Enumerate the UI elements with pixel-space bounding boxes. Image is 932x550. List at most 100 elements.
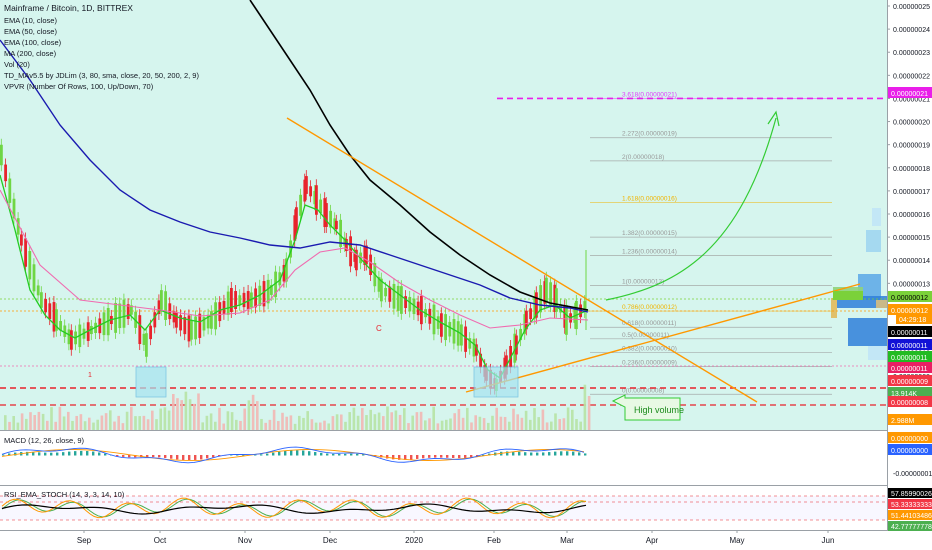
volume-bar <box>424 420 427 430</box>
macd-hist-bar <box>428 455 431 458</box>
volume-bar <box>142 415 146 430</box>
macd-hist-bar <box>422 455 425 459</box>
volume-bar <box>512 408 515 430</box>
fib-label: 0.236(0.00000009) <box>622 360 677 367</box>
indicator-label: TD_MAv5.5 by JDLim (3, 80, sma, close, 2… <box>4 71 199 80</box>
vpvr-bar <box>876 300 887 308</box>
vpvr-bar <box>872 208 881 226</box>
price-tag-text: 0.00000011 <box>891 330 928 337</box>
marker-a: 1 <box>88 372 92 379</box>
fib-label: 1.382(0.00000015) <box>622 230 677 237</box>
volume-bar <box>482 418 486 430</box>
rsi-tag-text: 57.85990026 <box>891 491 932 498</box>
rsi-tag-text: 42.77777778 <box>891 524 932 531</box>
volume-bar <box>163 407 167 430</box>
macd-hist-bar <box>584 453 587 456</box>
candle <box>408 296 412 312</box>
price-tag-text: 0.00000012 <box>891 295 928 302</box>
candle <box>164 291 167 320</box>
macd-hist-bar <box>194 455 197 460</box>
volume-bar <box>583 384 587 430</box>
macd-hist-bar <box>272 452 275 456</box>
highlight-box <box>135 366 167 398</box>
volume-bar <box>134 416 137 430</box>
volume-bar <box>344 421 347 430</box>
macd-hist-bar <box>434 455 437 458</box>
volume-bar <box>398 414 402 430</box>
price-pane-bg <box>0 0 887 430</box>
macd-hist-bar <box>284 450 287 456</box>
macd-hist-bar <box>164 455 167 458</box>
candle <box>456 321 460 346</box>
volume-bar <box>100 415 104 430</box>
candle <box>384 287 387 297</box>
macd-hist-bar <box>200 455 203 460</box>
volume-bar <box>298 415 301 430</box>
macd-hist-bar <box>566 451 569 456</box>
volume-bar <box>579 421 582 430</box>
volume-bar <box>432 406 435 430</box>
candle <box>138 315 142 345</box>
candle <box>145 333 148 357</box>
rsi-tag-text: 51.44103486 <box>891 513 932 520</box>
volume-bar <box>461 417 465 430</box>
volume-bar <box>340 414 343 430</box>
candle <box>63 325 67 337</box>
volume-bar <box>361 408 364 430</box>
volume-bar <box>495 407 498 430</box>
candle <box>392 283 396 309</box>
volume-bar <box>222 423 225 430</box>
volume-bar <box>20 413 24 430</box>
volume-bar <box>146 419 150 430</box>
volume-bar <box>289 415 293 430</box>
price-tick: 0.00000017 <box>893 189 930 196</box>
volume-bar <box>550 421 553 430</box>
volume-bar <box>575 419 578 430</box>
volume-bar <box>566 407 570 430</box>
time-label: Sep <box>77 536 92 545</box>
volume-bar <box>251 394 255 430</box>
volume-bar <box>440 420 444 430</box>
volume-bar <box>247 400 251 430</box>
volume-bar <box>436 423 440 430</box>
volume-bar <box>487 422 490 430</box>
volume-bar <box>33 415 36 430</box>
volume-bar <box>331 416 335 430</box>
macd-tag-text: 0.00000000 <box>891 436 928 443</box>
candle <box>20 234 23 246</box>
price-tick: 0.00000023 <box>893 50 930 57</box>
price-tick: 0.00000014 <box>893 258 930 265</box>
candle <box>440 313 443 337</box>
volume-bar <box>268 419 272 430</box>
volume-bar <box>16 422 20 430</box>
macd-hist-bar <box>392 455 395 460</box>
macd-hist-bar <box>440 455 443 458</box>
candle <box>52 302 56 332</box>
candle <box>160 290 163 310</box>
macd-hist-bar <box>86 451 89 456</box>
price-tag-text: 0.00000021 <box>891 91 928 98</box>
volume-bar <box>159 408 162 430</box>
volume-bar <box>167 410 171 430</box>
high-volume-label: High volume <box>634 405 684 415</box>
candle <box>226 291 230 315</box>
volume-bar <box>558 419 561 430</box>
volume-bar <box>37 411 41 430</box>
trading-chart[interactable]: 3.618(0.00000021) 2.272(0.00000019) 2(0.00… <box>0 0 932 550</box>
volume-bar <box>499 416 503 430</box>
vpvr-bar <box>848 318 887 346</box>
candle <box>198 313 202 338</box>
volume-bar <box>545 422 549 430</box>
volume-bar <box>520 417 524 430</box>
volume-bar <box>474 415 477 430</box>
macd-hist-bar <box>542 452 545 456</box>
volume-bar <box>524 410 528 430</box>
volume-bar <box>327 423 330 430</box>
candle <box>238 295 242 305</box>
volume-bar <box>352 407 356 430</box>
macd-hist-bar <box>356 453 359 456</box>
candle <box>309 186 312 197</box>
macd-hist-bar <box>290 450 293 456</box>
candle <box>452 319 456 344</box>
candle <box>230 287 233 313</box>
